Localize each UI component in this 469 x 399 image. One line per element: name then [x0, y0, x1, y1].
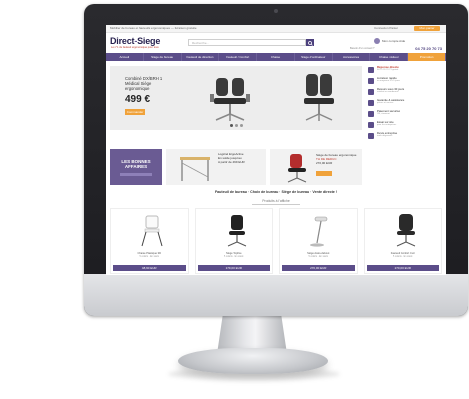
- service-item[interactable]: Garantie & assistance pièces et service: [366, 98, 442, 109]
- nav-item-accessoires[interactable]: Accessoires: [333, 53, 371, 61]
- top-bar: Mobilier de bureau et fauteuils ergonomi…: [106, 25, 446, 33]
- nav-item-chaise-visiteur[interactable]: Chaise visiteur: [370, 53, 409, 61]
- imac-scene: Mobilier de bureau et fauteuils ergonomi…: [0, 0, 469, 399]
- top-bar-text: Mobilier de bureau et fauteuils ergonomi…: [110, 26, 197, 30]
- hero-chairs-image: [210, 74, 334, 121]
- cart-button[interactable]: Mon panier: [414, 26, 440, 31]
- site-logo[interactable]: Direct-Siege: [110, 36, 160, 46]
- product-name: Chaise Plastique 3D: [137, 252, 161, 255]
- product-card[interactable]: Fauteuil Confort Cuir 5 coloris · En sto…: [363, 208, 442, 274]
- chair-right-icon: [304, 74, 334, 121]
- promo2-text: Logiciel ErgoActive En solde jusqu'au A …: [218, 152, 245, 164]
- desk-frame-icon: [180, 157, 210, 181]
- product-meta: 5 coloris · En stock: [308, 256, 328, 258]
- tagline: Le n°1 du fauteuil ergonomique pour tous: [111, 46, 159, 49]
- product-list: Chaise Plastique 3D 5 coloris · En stock…: [110, 208, 442, 274]
- service-item[interactable]: Essai sur site pour les entreprises: [366, 120, 442, 131]
- promo3-button[interactable]: [316, 171, 332, 176]
- product-card[interactable]: Siège Topfixe 5 coloris · En stock 179,0…: [194, 208, 273, 274]
- lock-icon: [368, 111, 374, 117]
- site-header: Direct-Siege Le n°1 du fauteuil ergonomi…: [106, 33, 446, 53]
- phone-number[interactable]: 04 75 20 70 73: [415, 46, 442, 51]
- promo-underline: [120, 173, 152, 176]
- product-card[interactable]: Chaise Plastique 3D 5 coloris · En stock…: [110, 208, 189, 274]
- product-meta: 5 coloris · En stock: [224, 256, 244, 258]
- product-name: Fauteuil Confort Cuir: [390, 252, 415, 255]
- account-link[interactable]: Mon compte Aide: [382, 39, 405, 43]
- service-list: Réponse directe 04 75 20 70 73 gratuit Li…: [366, 65, 442, 150]
- product-name: Siège Topfixe: [225, 252, 242, 255]
- service-item[interactable]: Devis entreprise tarifs dégressifs: [366, 131, 442, 142]
- logo-sub: Siege: [137, 36, 161, 46]
- monitor-chin: [84, 274, 468, 316]
- return-icon: [368, 89, 374, 95]
- nav-item-accueil[interactable]: Accueil: [106, 53, 144, 61]
- promo-bonnes-affaires[interactable]: LES BONNES AFFAIRES: [110, 149, 162, 185]
- chair-left-icon: [210, 78, 250, 121]
- chair-executive-icon: [396, 214, 415, 247]
- promo-title: LES BONNES AFFAIRES: [121, 159, 151, 169]
- promo-siege[interactable]: Siège de bureau ergonomique TH DE REDUC …: [270, 149, 362, 185]
- product-card[interactable]: Siège Assis-debout 5 coloris · En stock …: [279, 208, 358, 274]
- product-meta: 5 coloris · En stock: [139, 256, 159, 258]
- camera-icon: [274, 9, 278, 13]
- nav-item-fauteuil-direction[interactable]: Fauteuil de direction: [182, 53, 220, 61]
- shield-icon: [368, 100, 374, 106]
- product-meta: 5 coloris · En stock: [393, 256, 413, 258]
- nav-item-promotion[interactable]: Promotion: [408, 53, 446, 61]
- nav-item-siege-ordinateur[interactable]: Siège d'ordinateur: [295, 53, 333, 61]
- product-name: Siège Assis-debout: [307, 252, 330, 255]
- document-icon: [368, 133, 374, 139]
- chair-office-icon: [227, 215, 246, 247]
- section-subtitle: Produits à l'affiche: [262, 199, 290, 203]
- nav-item-chaise[interactable]: Chaise: [257, 53, 295, 61]
- search-icon: [307, 40, 313, 46]
- chair-red-icon: [287, 154, 307, 183]
- divider: [252, 204, 300, 205]
- section-title: Fauteuil de bureau · Choix de bureau · S…: [214, 190, 337, 194]
- phone-icon: [368, 67, 374, 73]
- phone-label: Besoin d'un conseil ?: [350, 47, 375, 50]
- product-price[interactable]: 48,90 EUR: [113, 265, 186, 271]
- nav-item-siege-bureau[interactable]: Siège de bureau: [144, 53, 182, 61]
- stand-foot: [178, 348, 328, 374]
- stool-icon: [310, 216, 328, 247]
- hero-price: 499 €: [125, 94, 151, 105]
- product-price[interactable]: 270,00 EUR: [366, 265, 439, 271]
- main-nav: Accueil Siège de bureau Fauteuil de dire…: [106, 53, 446, 61]
- truck-icon: [368, 78, 374, 84]
- promo3-text: Siège de bureau ergonomique TH DE REDUC …: [316, 153, 357, 165]
- hero-title: Combiné DX/BRH 1 Médical Siège ergonomiq…: [125, 76, 163, 91]
- service-item[interactable]: Retours sous 30 jours satisfait ou rembou…: [366, 87, 442, 98]
- hero-order-button[interactable]: Commander: [125, 109, 145, 115]
- search-button[interactable]: [306, 39, 314, 46]
- nav-item-confort[interactable]: Fauteuil / Confort: [219, 53, 258, 61]
- service-item[interactable]: Livraison rapide en moyenne 3 à 5 jours: [366, 76, 442, 87]
- logo-main: Direct: [110, 36, 135, 46]
- service-item[interactable]: Paiement sécurisé CB, virement: [366, 109, 442, 120]
- chair-plastic-icon: [141, 215, 163, 247]
- carousel-dots[interactable]: [230, 124, 243, 127]
- promo-logiciel[interactable]: Logiciel ErgoActive En solde jusqu'au A …: [166, 149, 266, 185]
- product-price[interactable]: 179,00 EUR: [197, 265, 270, 271]
- service-item[interactable]: Réponse directe 04 75 20 70 73 gratuit: [366, 65, 442, 76]
- product-price[interactable]: 270,00 EUR: [282, 265, 355, 271]
- building-icon: [368, 122, 374, 128]
- screen: Mobilier de bureau et fauteuils ergonomi…: [106, 25, 446, 275]
- top-account-links[interactable]: Connexion Panier: [374, 26, 398, 30]
- search-input[interactable]: Recherche...: [188, 39, 306, 46]
- hero-banner[interactable]: Combiné DX/BRH 1 Médical Siège ergonomiq…: [110, 66, 362, 130]
- user-icon[interactable]: [374, 38, 380, 44]
